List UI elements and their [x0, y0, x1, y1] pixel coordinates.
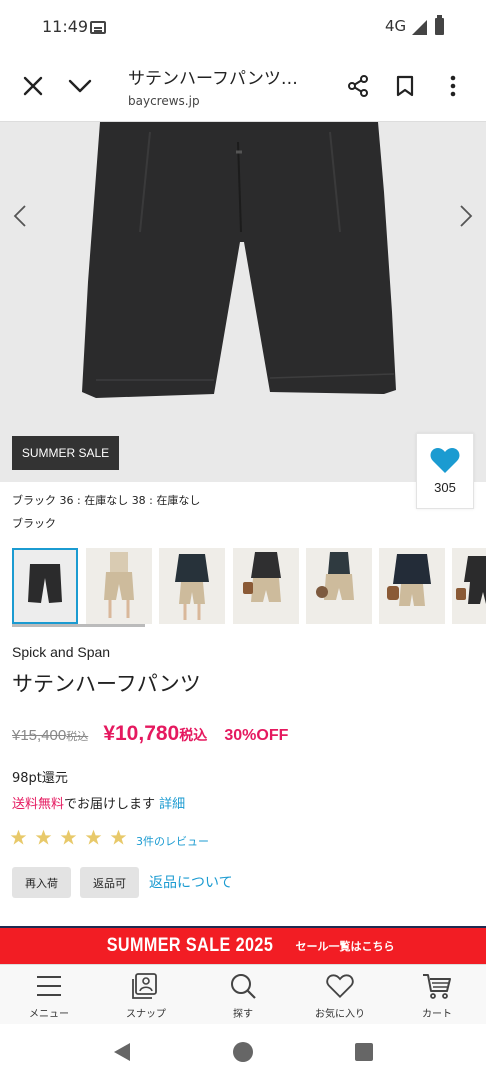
review-link[interactable]: 3件のレビュー [136, 833, 209, 849]
nav-favorites[interactable]: お気に入り [300, 971, 380, 1023]
recents-icon[interactable] [352, 1040, 376, 1064]
snap-icon [131, 971, 161, 1001]
discount-label: 30%OFF [224, 727, 289, 744]
thumbnail-strip [12, 548, 486, 626]
original-price: ¥15,400 [12, 727, 67, 744]
chevron-down-icon[interactable] [62, 68, 98, 104]
heart-icon [325, 971, 355, 1001]
restock-tag: 再入荷 [12, 867, 71, 898]
thumbnail[interactable] [452, 548, 486, 624]
shipping-text: でお届けします [64, 797, 156, 812]
star-icon [110, 829, 127, 845]
nav-label: メニュー [29, 1009, 69, 1020]
share-icon[interactable] [340, 68, 376, 104]
nav-label: お気に入り [315, 1009, 365, 1020]
nav-snap[interactable]: スナップ [106, 971, 186, 1023]
thumbnail[interactable] [86, 548, 152, 624]
nav-label: 探す [233, 1009, 253, 1020]
back-icon[interactable] [110, 1040, 134, 1064]
star-icon [60, 829, 77, 845]
nav-label: カート [422, 1009, 452, 1020]
free-shipping-label: 送料無料 [12, 797, 65, 812]
sale-badge: SUMMER SALE [12, 436, 119, 470]
returnable-tag: 返品可 [80, 867, 139, 898]
rating-stars [10, 829, 127, 846]
shipping-details-link[interactable]: 詳細 [159, 797, 185, 812]
banner-title: SUMMER SALE 2025 [106, 935, 273, 956]
prev-image-icon[interactable] [8, 204, 32, 228]
status-time: 11:49 [42, 17, 89, 36]
nav-search[interactable]: 探す [203, 971, 283, 1023]
product-name: サテンハーフパンツ [12, 672, 201, 696]
sim-icon [90, 21, 106, 34]
returns-policy-link[interactable]: 返品について [149, 872, 233, 892]
thumbnail[interactable] [12, 548, 78, 624]
summer-sale-banner[interactable]: SUMMER SALE 2025 セール一覧はこちら [0, 926, 486, 964]
sale-price: ¥10,780 [103, 722, 180, 745]
more-options-icon[interactable] [435, 68, 471, 104]
stock-status: ブラック 36 : 在庫なし 38 : 在庫なし [12, 494, 201, 507]
star-icon [35, 829, 52, 845]
next-image-icon[interactable] [454, 204, 478, 228]
signal-icon [412, 20, 427, 35]
shorts-image [82, 122, 396, 398]
search-icon [228, 971, 258, 1001]
system-navigation [0, 1024, 486, 1080]
nav-cart[interactable]: カート [397, 971, 477, 1023]
product-hero-image[interactable]: SUMMER SALE [0, 122, 486, 482]
status-bar: 11:49 4G [0, 0, 486, 52]
favorite-count: 305 [434, 480, 456, 495]
thumbnail[interactable] [379, 548, 445, 624]
thumbnail[interactable] [233, 548, 299, 624]
sale-price-tax: 税込 [179, 728, 208, 744]
thumbnail[interactable] [306, 548, 372, 624]
brand-name[interactable]: Spick and Span [12, 644, 110, 660]
banner-subtitle: セール一覧はこちら [295, 940, 395, 953]
points-info: 98pt還元 [12, 771, 68, 786]
shipping-info: 送料無料でお届けします 詳細 [12, 793, 185, 812]
network-type: 4G [385, 17, 407, 35]
thumbnail-scrollbar[interactable] [12, 624, 145, 627]
bookmark-icon[interactable] [387, 68, 423, 104]
nav-label: スナップ [126, 1009, 166, 1020]
home-icon[interactable] [231, 1040, 255, 1064]
browser-toolbar: サテンハーフパンツ… baycrews.jp [0, 52, 486, 122]
price-row: ¥15,400税込 ¥10,780税込 30%OFF [12, 722, 288, 746]
menu-icon [34, 971, 64, 1001]
page-domain: baycrews.jp [128, 94, 200, 108]
bottom-navigation: メニュー スナップ 探す お気に入り カート [0, 964, 486, 1024]
cart-icon [422, 971, 452, 1001]
thumbnail[interactable] [159, 548, 225, 624]
star-icon [10, 829, 27, 845]
page-title: サテンハーフパンツ… [128, 69, 298, 89]
nav-menu[interactable]: メニュー [9, 971, 89, 1023]
original-price-tax: 税込 [66, 730, 89, 743]
selected-color: ブラック [12, 517, 56, 530]
star-icon [85, 829, 102, 845]
favorite-button[interactable]: 305 [416, 433, 474, 509]
close-icon[interactable] [15, 68, 51, 104]
battery-icon [435, 15, 444, 35]
heart-icon [430, 448, 460, 473]
